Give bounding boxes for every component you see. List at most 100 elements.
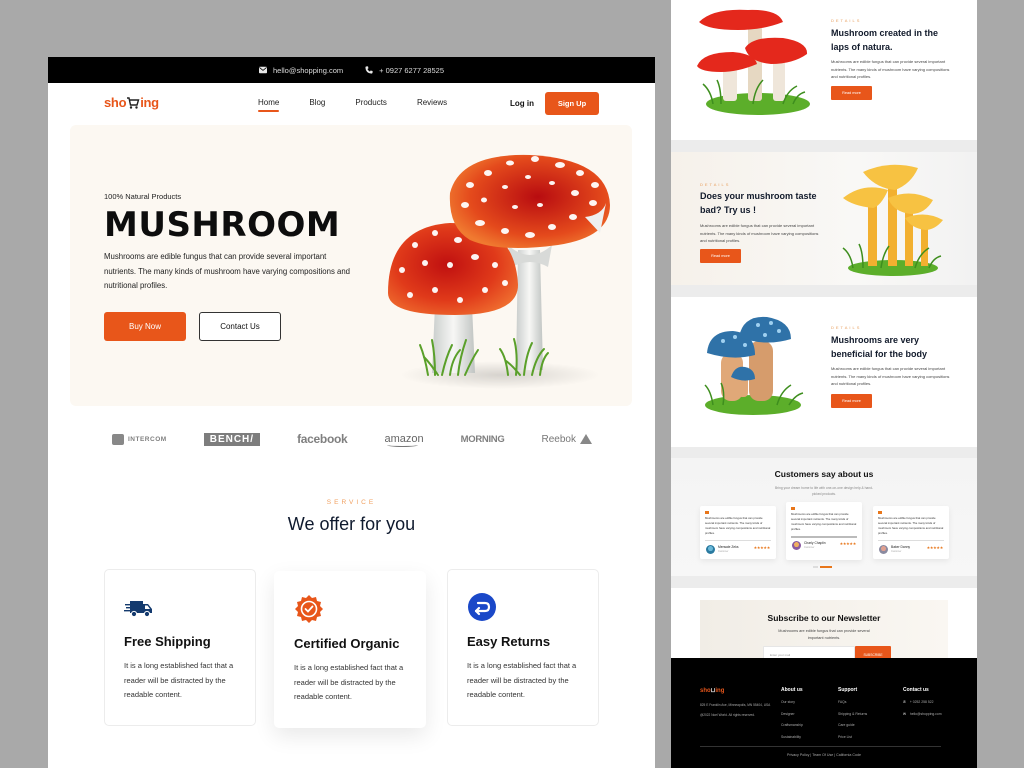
- brand-facebook: facebook: [297, 432, 348, 446]
- reebok-delta-icon: [579, 434, 592, 444]
- brand-logo[interactable]: sho ing: [104, 95, 159, 110]
- details-title: Mushroom created in the laps of natura.: [831, 28, 939, 52]
- read-more-button[interactable]: Read more: [831, 86, 872, 100]
- footer-address: 825 E Franklin Ave, Minneapolis, MN 5540…: [700, 702, 780, 719]
- footer-logo-end: ing: [715, 688, 725, 694]
- phone-icon: [365, 66, 373, 74]
- details-section-2: DETAILS Does your mushroom taste bad? Tr…: [671, 152, 977, 285]
- read-more-button[interactable]: Read more: [831, 394, 872, 408]
- footer-col-title: About us: [781, 687, 803, 693]
- testimonials-title: Customers say about us: [774, 469, 874, 479]
- details-eyebrow: DETAILS: [700, 182, 731, 187]
- newsletter-text: Mushrooms are edible fungus that can pro…: [778, 629, 870, 640]
- truck-icon: [124, 601, 152, 618]
- footer-link[interactable]: Shipping & Returns: [838, 712, 867, 716]
- login-link[interactable]: Log in: [510, 99, 534, 108]
- topbar-email[interactable]: hello@shopping.com: [258, 65, 344, 75]
- footer-address-text: 825 E Franklin Ave, Minneapolis, MN 5540…: [700, 703, 771, 707]
- star-rating: ★★★★★: [753, 545, 771, 550]
- footer-logo[interactable]: sho⊔ing: [700, 687, 724, 694]
- details-section-1: DETAILS Mushroom created in the laps of …: [671, 0, 977, 140]
- footer-col-title: Contact us: [903, 687, 929, 693]
- nav-item-home[interactable]: Home: [258, 98, 280, 112]
- hero-description: Mushrooms are edible fungus that can pro…: [104, 252, 351, 291]
- details-title: Mushrooms are very beneficial for the bo…: [831, 335, 928, 359]
- partner-logos: INTERCOM BENCH/ facebook amazon MORNING …: [112, 429, 592, 449]
- footer-link[interactable]: Care guide: [838, 723, 867, 727]
- topbar-email-text: hello@shopping.com: [272, 65, 344, 75]
- footer-link[interactable]: Designer: [781, 712, 803, 716]
- topbar-phone[interactable]: + 0927 6277 28525: [365, 66, 444, 75]
- nav-item-reviews[interactable]: Reviews: [417, 98, 447, 111]
- testimonial-role: Customer: [891, 550, 902, 553]
- carousel-dot[interactable]: [813, 566, 818, 568]
- avatar: [792, 541, 801, 550]
- footer-col-about: About us Our story Designer Craftsmanshi…: [781, 687, 803, 746]
- logo-text-start: sho: [104, 95, 127, 110]
- carousel-dot-active[interactable]: [820, 566, 832, 568]
- service-cards: Free Shipping It is a long established f…: [104, 569, 599, 729]
- footer-phone-text: + 0252 258 522: [909, 700, 934, 704]
- service-text: It is a long established fact that a rea…: [467, 661, 577, 700]
- phone-icon: ✆: [903, 700, 906, 704]
- footer-link[interactable]: Craftsmanship: [781, 723, 803, 727]
- section-divider: [671, 576, 977, 588]
- footer-link[interactable]: Price List: [838, 735, 867, 739]
- footer-divider: [700, 746, 941, 747]
- landing-page-continued: DETAILS Mushroom created in the laps of …: [671, 0, 977, 768]
- footer-email[interactable]: ✉ hello@shopping.com: [903, 712, 942, 716]
- nav-item-products[interactable]: Products: [355, 98, 387, 111]
- service-card-certified-organic[interactable]: Certified Organic It is a long establish…: [274, 571, 426, 728]
- quote-icon: [791, 507, 795, 510]
- service-title: Easy Returns: [467, 634, 551, 649]
- contact-us-button[interactable]: Contact Us: [199, 312, 281, 341]
- details-text: Mushrooms are edible fungus that can pro…: [700, 223, 819, 243]
- top-contact-bar: hello@shopping.com + 0927 6277 28525: [48, 57, 655, 83]
- testimonial-name: Baker Danny: [891, 545, 911, 549]
- testimonial-role: Customer: [804, 546, 815, 549]
- section-divider: [671, 447, 977, 458]
- section-divider: [671, 285, 977, 297]
- details-text: Mushrooms are edible fungus that can pro…: [831, 366, 950, 386]
- brand-bench: BENCH/: [203, 432, 261, 446]
- footer-link[interactable]: Our story: [781, 700, 803, 704]
- testimonial-name: Charly Chaplin: [804, 541, 826, 545]
- service-card-easy-returns[interactable]: Easy Returns It is a long established fa…: [447, 569, 599, 726]
- hero-title: MUSHROOM: [104, 205, 341, 245]
- footer-phone[interactable]: ✆ + 0252 258 522: [903, 700, 942, 704]
- service-title: Free Shipping: [124, 634, 211, 649]
- fly-agaric-mushrooms-illustration: [388, 154, 610, 389]
- service-text: It is a long established fact that a rea…: [124, 661, 234, 700]
- badge-check-icon: [295, 595, 323, 623]
- footer-link[interactable]: FAQs: [838, 700, 867, 704]
- newsletter-title: Subscribe to our Newsletter: [767, 613, 881, 623]
- blue-mushrooms-illustration: [704, 316, 804, 415]
- carousel-pagination: [813, 566, 832, 568]
- footer-col-support: Support FAQs Shipping & Returns Care gui…: [838, 687, 867, 746]
- service-card-free-shipping[interactable]: Free Shipping It is a long established f…: [104, 569, 256, 726]
- footer-link[interactable]: Sustainability: [781, 735, 803, 739]
- brand-morning-show: MORNING: [460, 433, 505, 445]
- return-arrow-icon: [468, 593, 496, 621]
- hero-eyebrow: 100% Natural Products: [104, 192, 182, 201]
- buy-now-button[interactable]: Buy Now: [104, 312, 186, 341]
- red-mushrooms-illustration: [697, 9, 810, 115]
- read-more-button[interactable]: Read more: [700, 249, 741, 263]
- testimonial-divider: [791, 536, 857, 538]
- service-text: It is a long established fact that a rea…: [294, 663, 404, 702]
- hero-section: 100% Natural Products MUSHROOM Mushrooms…: [70, 125, 632, 406]
- testimonial-card: Mushrooms are edible fungus that can pro…: [700, 506, 776, 559]
- brand-reebok: Reebok: [542, 434, 592, 445]
- testimonials-section: Customers say about us Bring your dream …: [671, 458, 977, 576]
- testimonial-card: Mushrooms are edible fungus that can pro…: [873, 506, 949, 559]
- nav-item-blog[interactable]: Blog: [309, 98, 325, 111]
- testimonials-subtitle: Bring your dream home to life with one-o…: [774, 486, 874, 496]
- avatar: [706, 545, 715, 554]
- main-nav: sho ing Home Blog Products Reviews Log i…: [48, 83, 655, 127]
- star-rating: ★★★★★: [926, 545, 944, 550]
- footer-legal-links[interactable]: Privacy Policy | Team Of Use | Californi…: [671, 753, 977, 757]
- signup-button[interactable]: Sign Up: [545, 92, 599, 115]
- details-eyebrow: DETAILS: [831, 325, 862, 330]
- section-divider: [671, 140, 977, 152]
- logo-text-end: ing: [140, 95, 159, 110]
